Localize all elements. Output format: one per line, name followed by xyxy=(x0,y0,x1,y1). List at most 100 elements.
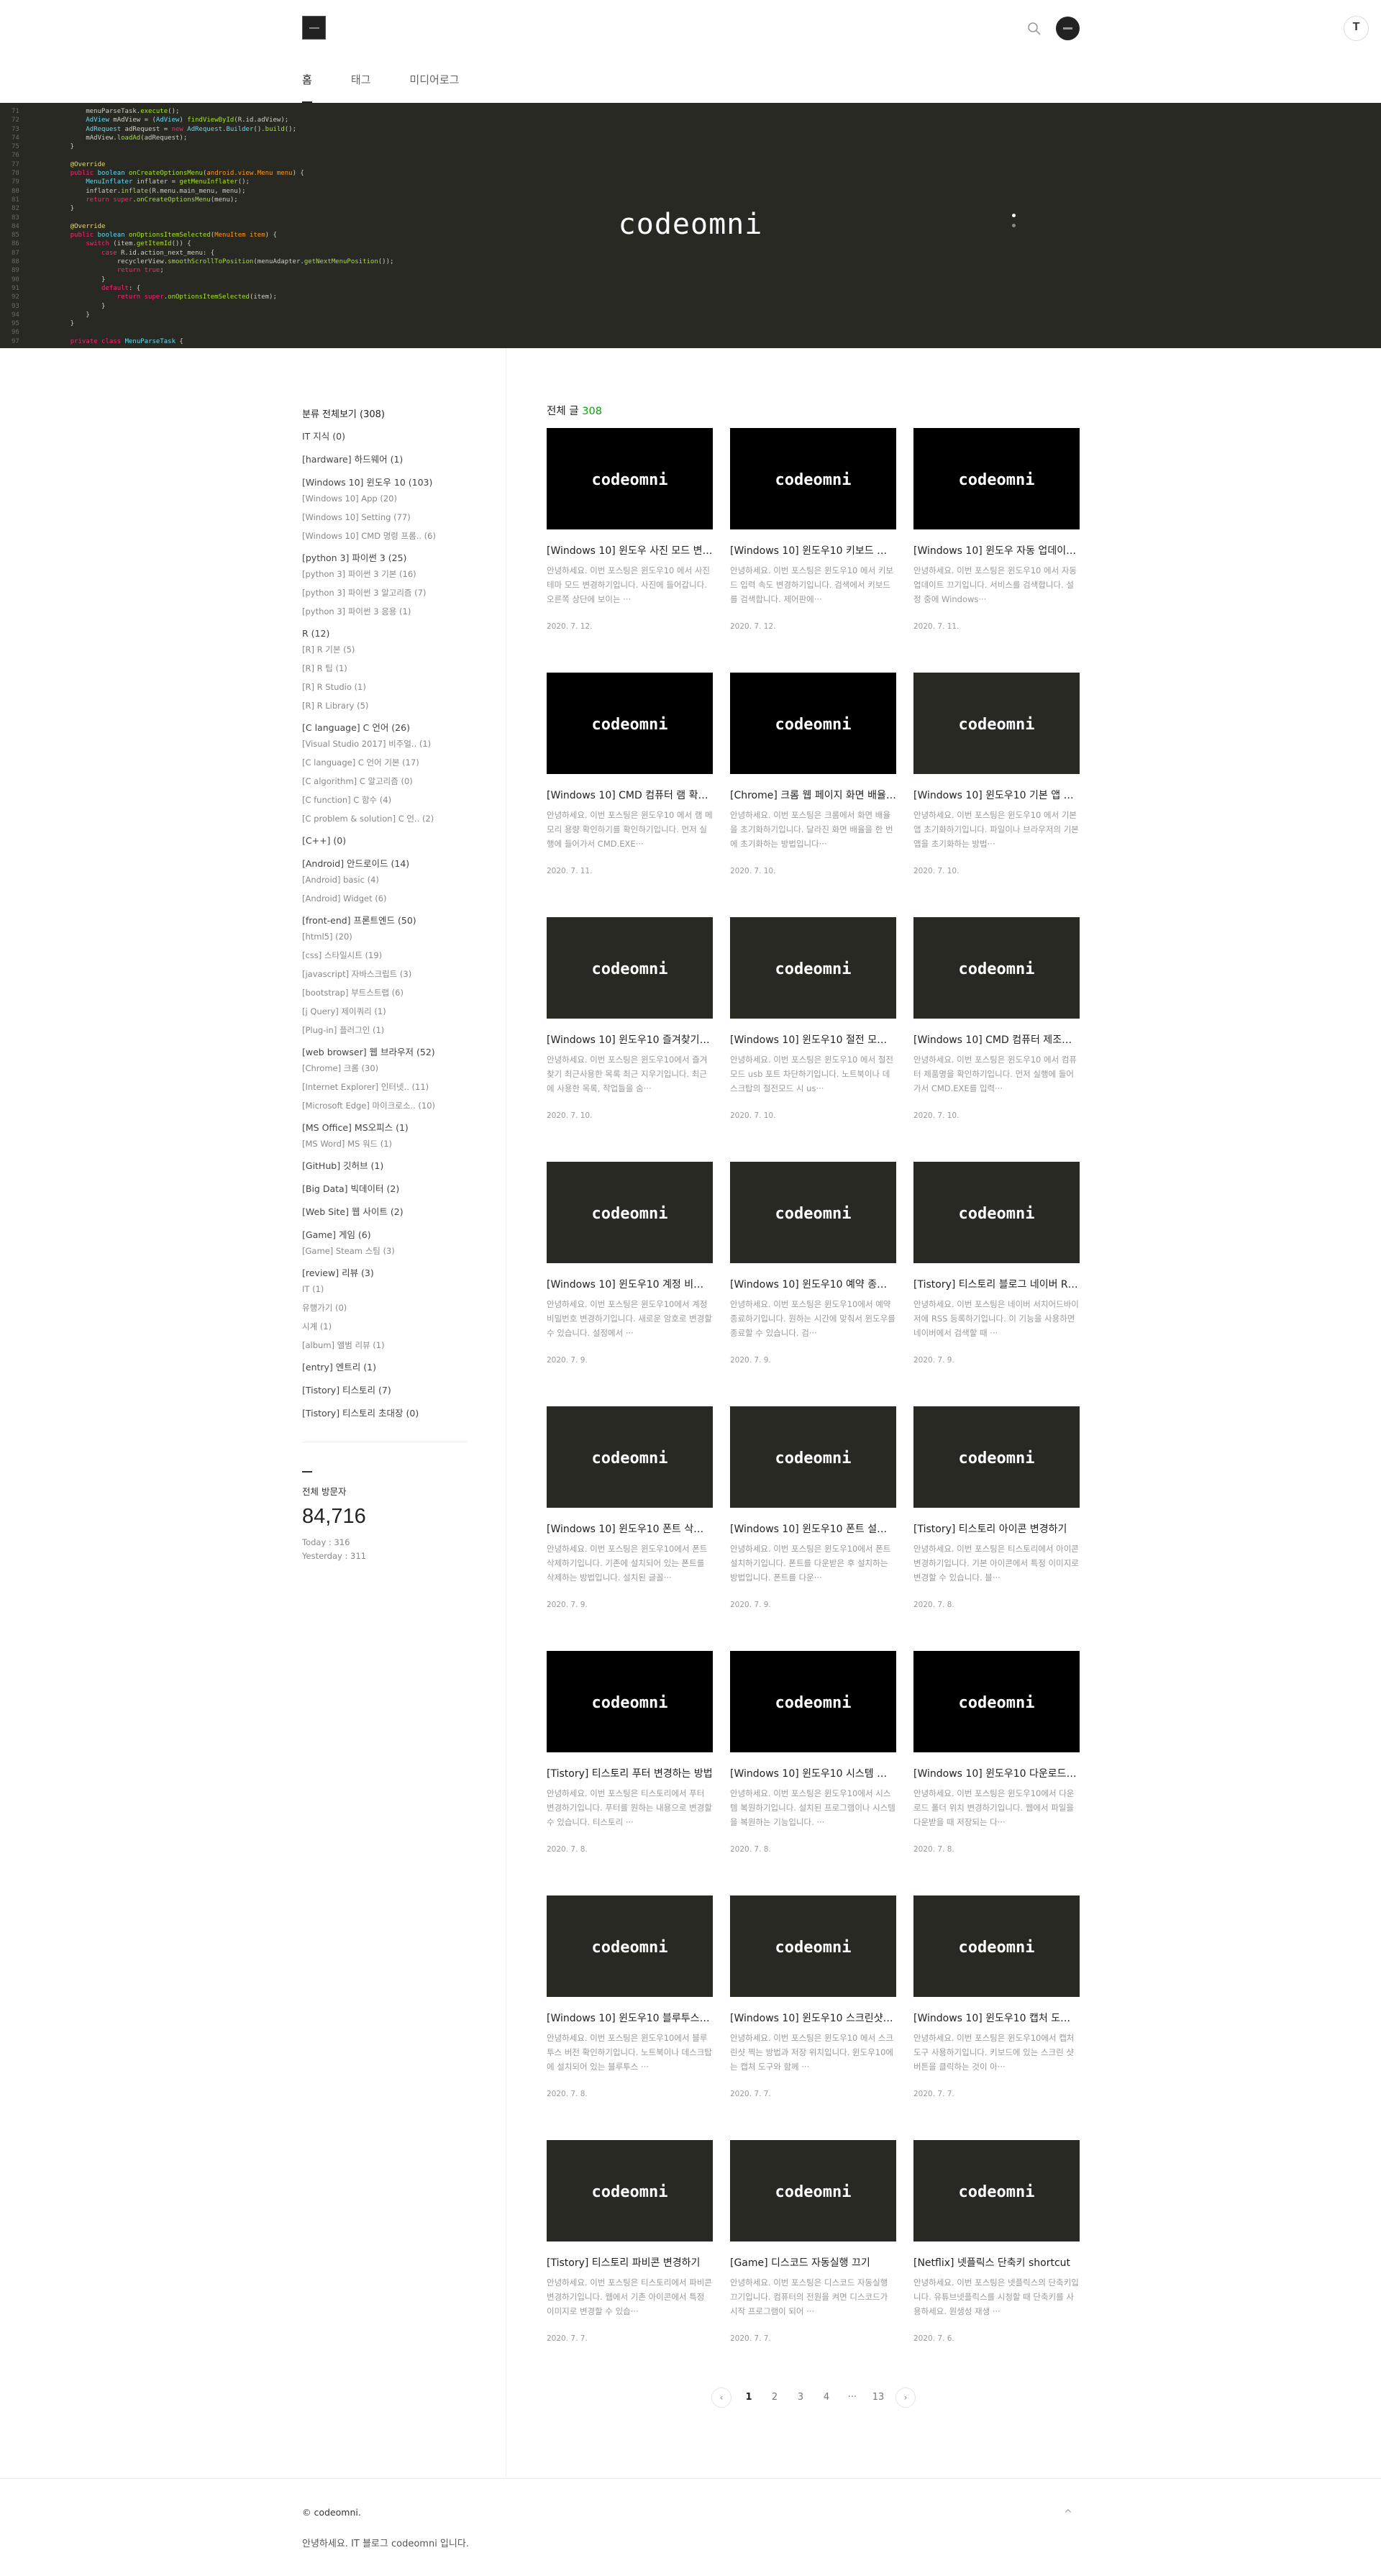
page-4[interactable]: 4 xyxy=(813,2388,839,2408)
post-card[interactable]: codeomni [Chrome] 크롬 웹 페이지 화면 배율 초기화안녕하세요… xyxy=(730,673,896,917)
post-title[interactable]: [Tistory] 티스토리 푸터 변경하는 방법 xyxy=(547,1766,713,1780)
post-title[interactable]: [Windows 10] CMD 컴퓨터 제조사 확인하기 xyxy=(913,1032,1080,1047)
post-card[interactable]: codeomni [Windows 10] 윈도우10 폰트 삭제하는 방법안녕하… xyxy=(547,1406,713,1651)
subcategory-item[interactable]: [Windows 10] Setting (77) xyxy=(302,512,468,523)
blog-title[interactable]: codeomni xyxy=(0,208,1381,241)
category-label[interactable]: [C language] C 언어 (26) xyxy=(302,722,468,734)
post-card[interactable]: codeomni [Windows 10] 윈도우10 시스템 복원하기 안녕하세요… xyxy=(730,1651,896,1895)
post-card[interactable]: codeomni [Windows 10] 윈도우10 스크린샷 저장 위치 변경… xyxy=(730,1895,896,2140)
post-card[interactable]: codeomni [Windows 10] CMD 컴퓨터 제조사 확인하기안녕하… xyxy=(913,917,1080,1162)
tistory-menu-button[interactable]: T xyxy=(1344,16,1369,41)
post-thumbnail[interactable]: codeomni xyxy=(913,917,1080,1019)
post-card[interactable]: codeomni [Windows 10] 윈도우 자동 업데이트 끄기 안녕하세요… xyxy=(913,428,1080,673)
post-title[interactable]: [Windows 10] 윈도우10 키보드 입력 속도 변경 xyxy=(730,543,896,557)
category-label[interactable]: [python 3] 파이썬 3 (25) xyxy=(302,552,468,565)
category-item[interactable]: [Tistory] 티스토리 (7) xyxy=(302,1384,468,1397)
post-thumbnail[interactable]: codeomni xyxy=(547,428,713,529)
category-label[interactable]: IT 지식 (0) xyxy=(302,430,468,443)
subcategory-item[interactable]: 유행가기 (0) xyxy=(302,1303,468,1314)
subcategory-item[interactable]: [Visual Studio 2017] 비주얼.. (1) xyxy=(302,739,468,750)
post-thumbnail[interactable]: codeomni xyxy=(913,1162,1080,1263)
post-thumbnail[interactable]: codeomni xyxy=(730,1162,896,1263)
category-item[interactable]: [front-end] 프론트엔드 (50) [html5] (20) [css] … xyxy=(302,914,468,1036)
category-item[interactable]: R (12) [R] R 기본 (5) [R] R 팁 (1) [R] R Studi… xyxy=(302,627,468,711)
post-card[interactable]: codeomni [Windows 10] 윈도우10 다운로드 폴더 위치 변경… xyxy=(913,1651,1080,1895)
next-page-button[interactable]: › xyxy=(895,2388,916,2408)
subcategory-item[interactable]: [javascript] 자바스크립트 (3) xyxy=(302,969,468,980)
subcategory-item[interactable]: [R] R Studio (1) xyxy=(302,682,468,693)
subcategory-item[interactable]: 시계 (1) xyxy=(302,1321,468,1332)
post-card[interactable]: codeomni [Windows 10] 윈도우10 블루투스 버전 확인하기안… xyxy=(547,1895,713,2140)
category-item[interactable]: [entry] 엔트리 (1) xyxy=(302,1361,468,1374)
category-label[interactable]: R (12) xyxy=(302,627,468,640)
subcategory-item[interactable]: [html5] (20) xyxy=(302,932,468,942)
page-2[interactable]: 2 xyxy=(762,2388,788,2408)
subcategory-item[interactable]: [R] R Library (5) xyxy=(302,701,468,711)
category-label[interactable]: [Windows 10] 윈도우 10 (103) xyxy=(302,476,468,489)
post-thumbnail[interactable]: codeomni xyxy=(547,673,713,774)
category-item[interactable]: [review] 리뷰 (3) IT (1) 유행가기 (0) 시계 (1) [albu… xyxy=(302,1267,468,1351)
post-title[interactable]: [Netflix] 넷플릭스 단축키 shortcut xyxy=(913,2255,1080,2270)
category-label[interactable]: [hardware] 하드웨어 (1) xyxy=(302,453,468,466)
post-title[interactable]: [Windows 10] 윈도우10 즐겨찾기 기록 지우기 xyxy=(547,1032,713,1047)
post-thumbnail[interactable]: codeomni xyxy=(913,1406,1080,1508)
post-thumbnail[interactable]: codeomni xyxy=(913,1895,1080,1997)
category-all-link[interactable]: 분류 전체보기 (308) xyxy=(302,406,468,420)
blog-logo-icon[interactable] xyxy=(302,16,326,40)
subcategory-item[interactable]: [Plug-in] 플러그인 (1) xyxy=(302,1025,468,1036)
post-card[interactable]: codeomni [Windows 10] 윈도우10 폰트 설치하는 방법안녕하… xyxy=(730,1406,896,1651)
category-item[interactable]: [python 3] 파이썬 3 (25) [python 3] 파이썬 3 기본… xyxy=(302,552,468,617)
category-item[interactable]: [web browser] 웹 브라우저 (52) [Chrome] 크롬 (30… xyxy=(302,1046,468,1111)
nav-medialog[interactable]: 미디어로그 xyxy=(409,69,459,103)
category-label[interactable]: [review] 리뷰 (3) xyxy=(302,1267,468,1280)
post-title[interactable]: [Windows 10] 윈도우10 다운로드 폴더 위치 변경 xyxy=(913,1766,1080,1780)
subcategory-item[interactable]: [css] 스타일시트 (19) xyxy=(302,950,468,961)
slide-indicator[interactable] xyxy=(1012,214,1016,234)
subcategory-item[interactable]: IT (1) xyxy=(302,1284,468,1295)
post-thumbnail[interactable]: codeomni xyxy=(547,1162,713,1263)
subcategory-item[interactable]: [Android] basic (4) xyxy=(302,875,468,886)
post-card[interactable]: codeomni [Netflix] 넷플릭스 단축키 shortcut 안녕하세요… xyxy=(913,2140,1080,2385)
category-label[interactable]: [Game] 게임 (6) xyxy=(302,1229,468,1242)
post-card[interactable]: codeomni [Windows 10] 윈도우10 절전 모드 설정하기안녕하… xyxy=(730,917,896,1162)
subcategory-item[interactable]: [C language] C 언어 기본 (17) xyxy=(302,757,468,768)
post-card[interactable]: codeomni [Windows 10] 윈도우10 키보드 입력 속도 변경안… xyxy=(730,428,896,673)
category-label[interactable]: [Big Data] 빅데이터 (2) xyxy=(302,1183,468,1196)
category-label[interactable]: [web browser] 웹 브라우저 (52) xyxy=(302,1046,468,1059)
post-title[interactable]: [Windows 10] 윈도우 사진 모드 변경하는 방법 xyxy=(547,543,713,557)
subcategory-item[interactable]: [bootstrap] 부트스트랩 (6) xyxy=(302,988,468,998)
subcategory-item[interactable]: [j Query] 제이쿼리 (1) xyxy=(302,1006,468,1017)
post-title[interactable]: [Windows 10] 윈도우10 블루투스 버전 확인하기 xyxy=(547,2011,713,2025)
category-item[interactable]: [Game] 게임 (6) [Game] Steam 스팀 (3) xyxy=(302,1229,468,1257)
post-thumbnail[interactable]: codeomni xyxy=(547,2140,713,2242)
post-title[interactable]: [Windows 10] 윈도우10 예약 종료하는 방법 xyxy=(730,1277,896,1291)
post-thumbnail[interactable]: codeomni xyxy=(730,673,896,774)
category-item[interactable]: [C language] C 언어 (26) [Visual Studio 201… xyxy=(302,722,468,824)
page-3[interactable]: 3 xyxy=(788,2388,813,2408)
post-thumbnail[interactable]: codeomni xyxy=(913,428,1080,529)
subcategory-item[interactable]: [Chrome] 크롬 (30) xyxy=(302,1063,468,1074)
subcategory-item[interactable]: [python 3] 파이썬 3 기본 (16) xyxy=(302,569,468,580)
post-title[interactable]: [Game] 디스코드 자동실행 끄기 xyxy=(730,2255,896,2270)
post-title[interactable]: [Chrome] 크롬 웹 페이지 화면 배율 초기화 xyxy=(730,788,896,802)
post-card[interactable]: codeomni [Tistory] 티스토리 파비콘 변경하기 안녕하세요. 이번… xyxy=(547,2140,713,2385)
post-title[interactable]: [Tistory] 티스토리 블로그 네이버 RSS 등록하기 xyxy=(913,1277,1080,1291)
post-thumbnail[interactable]: codeomni xyxy=(730,1651,896,1752)
subcategory-item[interactable]: [MS Word] MS 워드 (1) xyxy=(302,1139,468,1150)
post-title[interactable]: [Windows 10] CMD 컴퓨터 램 확인하는 방법 xyxy=(547,788,713,802)
post-card[interactable]: codeomni [Windows 10] 윈도우10 예약 종료하는 방법안녕하… xyxy=(730,1162,896,1406)
subcategory-item[interactable]: [python 3] 파이썬 3 응용 (1) xyxy=(302,606,468,617)
category-item[interactable]: [Web Site] 웹 사이트 (2) xyxy=(302,1206,468,1219)
search-icon[interactable] xyxy=(1026,21,1042,37)
post-thumbnail[interactable]: codeomni xyxy=(730,917,896,1019)
nav-tags[interactable]: 태그 xyxy=(351,69,371,103)
post-card[interactable]: codeomni [Windows 10] 윈도우10 계정 비밀번호 변경하기안… xyxy=(547,1162,713,1406)
category-label[interactable]: [Tistory] 티스토리 초대장 (0) xyxy=(302,1407,468,1420)
post-title[interactable]: [Windows 10] 윈도우10 계정 비밀번호 변경하기 xyxy=(547,1277,713,1291)
post-thumbnail[interactable]: codeomni xyxy=(913,1651,1080,1752)
post-card[interactable]: codeomni [Windows 10] CMD 컴퓨터 램 확인하는 방법안녕… xyxy=(547,673,713,917)
post-thumbnail[interactable]: codeomni xyxy=(913,2140,1080,2242)
subcategory-item[interactable]: [R] R 팁 (1) xyxy=(302,663,468,674)
post-thumbnail[interactable]: codeomni xyxy=(730,1406,896,1508)
post-thumbnail[interactable]: codeomni xyxy=(730,428,896,529)
